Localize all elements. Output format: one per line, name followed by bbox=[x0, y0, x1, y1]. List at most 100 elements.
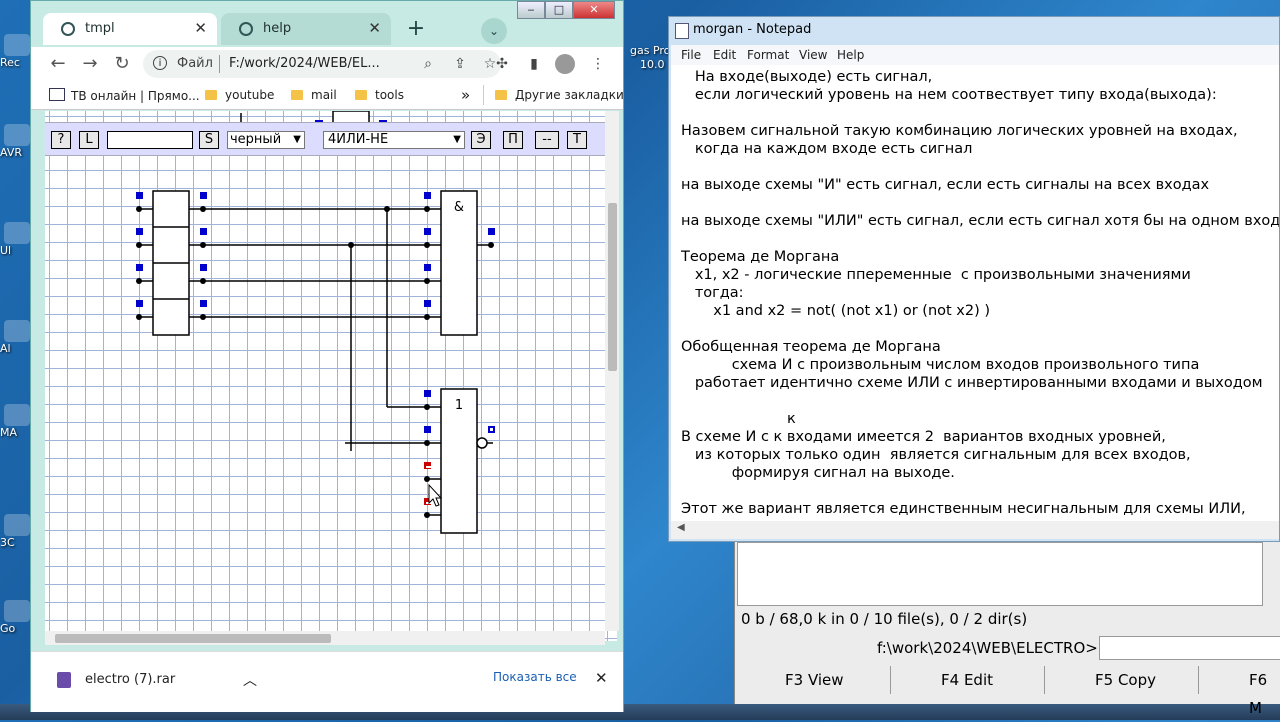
tv-icon bbox=[49, 88, 65, 101]
bookmark-tools[interactable]: tools bbox=[355, 88, 404, 102]
show-all-link[interactable]: Показать все bbox=[493, 670, 577, 684]
recycle-bin-icon bbox=[4, 34, 30, 56]
f6-move-button[interactable]: F6 M bbox=[1199, 666, 1280, 717]
window-title: morgan - Notepad bbox=[693, 22, 812, 37]
chevron-up-icon[interactable]: ︿ bbox=[243, 670, 257, 690]
text-line: схема И с произвольным числом входов про… bbox=[681, 357, 1200, 373]
text-line: к bbox=[681, 411, 796, 427]
menu-view[interactable]: View bbox=[799, 48, 827, 62]
tab-help[interactable]: help ✕ bbox=[221, 13, 391, 45]
text-line: работает идентично схеме ИЛИ с инвертиро… bbox=[681, 375, 1263, 391]
tab-search-button[interactable]: ⌄ bbox=[481, 18, 507, 44]
file-list[interactable] bbox=[737, 542, 1263, 606]
text-line: На входе(выходе) есть сигнал, bbox=[681, 69, 933, 85]
download-file-name[interactable]: electro (7).rar bbox=[85, 672, 175, 687]
bookmark-other[interactable]: Другие закладки bbox=[495, 88, 624, 102]
desktop-icon-3c[interactable]: 3C bbox=[0, 514, 34, 549]
app-icon bbox=[4, 404, 30, 426]
s-button[interactable]: S bbox=[199, 131, 219, 149]
close-icon[interactable]: ✕ bbox=[595, 669, 608, 687]
folder-icon bbox=[291, 90, 303, 100]
browser-window: tmpl ✕ help ✕ + ⌄ ‒ □ ✕ ← → ↻ i Файл F:/… bbox=[30, 0, 624, 712]
file-manager-window: 0 b / 68,0 k in 0 / 10 file(s), 0 / 2 di… bbox=[734, 542, 1280, 717]
inverter-bubble bbox=[476, 437, 488, 449]
minimize-button[interactable]: ‒ bbox=[517, 1, 545, 19]
chevron-down-icon: ▼ bbox=[293, 134, 301, 145]
menu-kebab-icon[interactable]: ⋮ bbox=[589, 55, 607, 73]
bookmarks-more-icon[interactable]: » bbox=[461, 86, 470, 104]
label-input[interactable] bbox=[107, 131, 193, 149]
horizontal-scrollbar[interactable] bbox=[45, 631, 605, 645]
globe-icon bbox=[239, 22, 253, 36]
back-icon[interactable]: ← bbox=[47, 53, 69, 75]
desktop-icon-al[interactable]: Al bbox=[0, 320, 34, 355]
chevron-down-icon: ▼ bbox=[453, 134, 461, 145]
close-window-button[interactable]: ✕ bbox=[573, 1, 615, 19]
nor-gate[interactable]: 1 bbox=[440, 388, 488, 534]
folder-icon bbox=[205, 90, 217, 100]
share-icon[interactable]: ⇪ bbox=[451, 55, 469, 73]
folder-icon bbox=[355, 90, 367, 100]
bookmarks-bar: ТВ онлайн | Прямо... youtube mail tools … bbox=[31, 81, 624, 110]
close-tab-icon[interactable]: ✕ bbox=[194, 19, 207, 37]
desktop-icon-ul[interactable]: Ul bbox=[0, 222, 34, 257]
l-button[interactable]: L bbox=[79, 131, 99, 149]
color-select[interactable]: черный ▼ bbox=[227, 131, 305, 149]
f5-copy-button[interactable]: F5 Copy bbox=[1045, 666, 1199, 694]
dash-button[interactable]: -- bbox=[535, 131, 559, 149]
text-area[interactable]: На входе(выходе) есть сигнал, если логич… bbox=[671, 65, 1279, 521]
info-icon[interactable]: i bbox=[153, 56, 167, 70]
f4-edit-button[interactable]: F4 Edit bbox=[891, 666, 1045, 694]
circuit-canvas[interactable]: & 1 bbox=[45, 111, 617, 641]
forward-icon[interactable]: → bbox=[79, 53, 101, 75]
text-line: Этот же вариант является единственным не… bbox=[681, 501, 1246, 517]
text-line: x1, x2 - логические ппеременные с произв… bbox=[681, 267, 1191, 283]
desktop-icon-right[interactable]: gas Pro 10.0 bbox=[630, 44, 670, 72]
and-gate[interactable]: & bbox=[440, 190, 478, 336]
buffer-block[interactable] bbox=[152, 190, 190, 336]
maximize-button[interactable]: □ bbox=[545, 1, 573, 19]
tab-tmpl[interactable]: tmpl ✕ bbox=[43, 13, 217, 45]
text-line: из которых только один является сигнальн… bbox=[681, 447, 1191, 463]
desktop-icon-ma[interactable]: MA bbox=[0, 404, 34, 439]
text-line: когда на каждом входе есть сигнал bbox=[681, 141, 973, 157]
element-select[interactable]: 4ИЛИ-НЕ ▼ bbox=[323, 131, 465, 149]
t-button[interactable]: Т bbox=[567, 131, 587, 149]
menu-edit[interactable]: Edit bbox=[713, 48, 736, 62]
page-content: & 1 ? L S черный ▼ 4ИЛИ-НЕ ▼ Э П -- Т bbox=[45, 111, 617, 641]
f3-view-button[interactable]: F3 View bbox=[735, 666, 891, 694]
scroll-left-icon[interactable]: ◀ bbox=[677, 522, 685, 533]
vertical-scrollbar[interactable] bbox=[605, 111, 619, 631]
extensions-icon[interactable]: ✣ bbox=[493, 55, 511, 73]
side-panel-icon[interactable]: ▮ bbox=[525, 55, 543, 73]
nor-gate-label: 1 bbox=[455, 398, 463, 413]
avatar[interactable] bbox=[555, 54, 575, 74]
horizontal-scrollbar[interactable]: ◀ bbox=[671, 521, 1279, 539]
menu-file[interactable]: File bbox=[681, 48, 701, 62]
reload-icon[interactable]: ↻ bbox=[111, 53, 133, 75]
chrome-icon bbox=[4, 600, 30, 622]
desktop-icon-chrome[interactable]: Go bbox=[0, 600, 34, 635]
command-line-input[interactable] bbox=[1099, 636, 1280, 660]
address-bar[interactable]: i Файл F:/work/2024/WEB/EL... ⌕ ⇪ ☆ bbox=[143, 50, 501, 78]
menu-format[interactable]: Format bbox=[747, 48, 789, 62]
help-button[interactable]: ? bbox=[51, 131, 71, 149]
close-tab-icon[interactable]: ✕ bbox=[368, 19, 381, 37]
desktop-icon-recycle[interactable]: Rec bbox=[0, 34, 34, 69]
new-tab-button[interactable]: + bbox=[403, 17, 429, 43]
text-line: Теорема де Моргана bbox=[681, 249, 840, 265]
e-button[interactable]: Э bbox=[471, 131, 491, 149]
status-text: 0 b / 68,0 k in 0 / 10 file(s), 0 / 2 di… bbox=[741, 610, 1028, 628]
text-line: формируя сигнал на выходе. bbox=[681, 465, 955, 481]
bookmark-youtube[interactable]: youtube bbox=[205, 88, 274, 102]
text-line: Назовем сигнальной такую комбинацию логи… bbox=[681, 123, 1238, 139]
bookmark-tv[interactable]: ТВ онлайн | Прямо... bbox=[49, 88, 200, 103]
zoom-icon[interactable]: ⌕ bbox=[419, 55, 437, 73]
app-icon bbox=[4, 320, 30, 342]
desktop-icon-avr[interactable]: AVR bbox=[0, 124, 34, 159]
p-button[interactable]: П bbox=[503, 131, 523, 149]
menu-help[interactable]: Help bbox=[837, 48, 864, 62]
bookmark-mail[interactable]: mail bbox=[291, 88, 337, 102]
browser-toolbar: ← → ↻ i Файл F:/work/2024/WEB/EL... ⌕ ⇪ … bbox=[31, 47, 623, 81]
downloads-bar: electro (7).rar ︿ Показать все ✕ bbox=[31, 651, 623, 712]
